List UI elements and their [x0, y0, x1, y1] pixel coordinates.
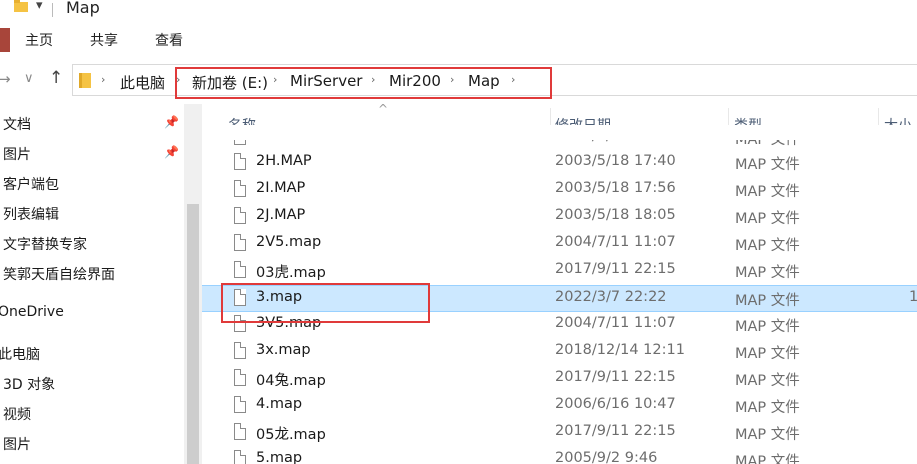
nav-item-onedrive[interactable]: OneDrive [0, 304, 64, 320]
file-name: 5.map [256, 450, 303, 464]
file-type: MAP 文件 [735, 184, 800, 200]
nav-item-this-pc[interactable]: 此电脑 [0, 344, 40, 364]
pin-icon[interactable]: 📌 [164, 115, 179, 129]
quick-access-dropdown-icon[interactable]: ▾ [36, 0, 43, 13]
file-row[interactable]: 2J.MAP 2003/5/18 18:05 MAP 文件 [202, 204, 917, 231]
scrollbar-thumb[interactable] [187, 204, 199, 464]
tab-share[interactable]: 共享 [90, 30, 118, 50]
file-row[interactable]: 05龙.map 2017/9/11 22:15 MAP 文件 [202, 420, 917, 447]
file-date: 2004/7/11 11:07 [555, 315, 676, 331]
file-date: 2005/9/2 9:46 [555, 450, 658, 464]
file-name: 2I.MAP [256, 180, 306, 196]
file-date: 2017/9/11 22:15 [555, 423, 676, 439]
header-divider [202, 139, 917, 140]
nav-item-videos[interactable]: 视频 [3, 404, 31, 424]
file-date: 2018/12/14 12:11 [555, 342, 685, 358]
file-name: 05龙.map [256, 427, 326, 443]
file-size: 2, [892, 396, 917, 412]
file-type: MAP 文件 [735, 211, 800, 227]
file-row[interactable]: 2H.MAP 2003/5/18 17:40 MAP 文件 [202, 150, 917, 177]
file-row[interactable]: 04兔.map 2017/9/11 22:15 MAP 文件 [202, 366, 917, 393]
folder-icon[interactable] [14, 0, 28, 12]
file-date: 2022/3/7 22:22 [555, 289, 667, 305]
file-tab[interactable] [0, 28, 10, 52]
nav-item-list-edit[interactable]: 列表编辑 [3, 204, 59, 224]
file-icon [234, 369, 246, 386]
file-icon [234, 153, 246, 170]
pin-icon[interactable]: 📌 [164, 145, 179, 159]
file-row[interactable]: 5.map 2005/9/2 9:46 MAP 文件 [202, 447, 917, 464]
header-divider-mask [202, 125, 917, 139]
file-size: 9, [892, 342, 917, 358]
selection-highlight-box [221, 283, 430, 323]
file-icon [234, 234, 246, 251]
nav-item-client-pack[interactable]: 客户端包 [3, 174, 59, 194]
file-date: 2004/7/11 11:07 [555, 234, 676, 250]
file-type: MAP 文件 [735, 400, 800, 416]
file-name: 4.map [256, 396, 303, 412]
file-type: MAP 文件 [735, 293, 800, 309]
file-date: 2006/6/16 10:47 [555, 396, 676, 412]
file-icon [234, 342, 246, 359]
title-bar: ▾ Map [0, 0, 917, 22]
up-button[interactable]: ↑ [49, 68, 63, 88]
nav-item-pictures-pc[interactable]: 图片 [3, 434, 31, 454]
file-row[interactable]: 2I.MAP 2003/5/18 17:56 MAP 文件 [202, 177, 917, 204]
navigation-pane: 文档 📌 图片 📌 客户端包 列表编辑 文字替换专家 笑郭天盾自绘界面 OneD… [0, 104, 184, 464]
file-row[interactable]: 4.map 2006/6/16 10:47 MAP 文件 2, [202, 393, 917, 420]
file-name: 04兔.map [256, 373, 326, 389]
file-date: 2017/9/11 22:15 [555, 369, 676, 385]
file-name: 03虎.map [256, 265, 326, 281]
file-date: 2003/5/18 18:05 [555, 207, 676, 223]
file-row[interactable]: 2V5.map 2004/7/11 11:07 MAP 文件 [202, 231, 917, 258]
crumb-this-pc[interactable]: 此电脑 [120, 72, 165, 93]
file-icon [234, 207, 246, 224]
nav-item-custom-ui[interactable]: 笑郭天盾自绘界面 [3, 264, 115, 284]
title-separator [52, 3, 53, 17]
folder-icon [79, 73, 91, 92]
tab-home[interactable]: 主页 [25, 30, 53, 50]
file-icon [234, 423, 246, 440]
ribbon: 主页 共享 查看 [0, 22, 917, 57]
tab-view[interactable]: 查看 [155, 30, 183, 50]
address-highlight-box [175, 67, 552, 99]
file-name: 2J.MAP [256, 207, 306, 223]
forward-button[interactable]: → [0, 70, 11, 88]
file-date: 2003/5/18 17:40 [555, 153, 676, 169]
nav-item-text-replace[interactable]: 文字替换专家 [3, 234, 87, 254]
file-icon [234, 450, 246, 464]
file-type: MAP 文件 [735, 157, 800, 173]
crumb-separator[interactable]: › [101, 73, 105, 86]
file-icon [234, 180, 246, 197]
nav-item-pictures[interactable]: 图片 [3, 144, 31, 164]
file-date: 2017/9/11 22:15 [555, 261, 676, 277]
window-title: Map [66, 0, 100, 17]
file-type: MAP 文件 [735, 319, 800, 335]
file-type: MAP 文件 [735, 265, 800, 281]
file-icon [234, 261, 246, 278]
sort-ascending-icon: ^ [378, 104, 389, 116]
file-row[interactable]: 03虎.map 2017/9/11 22:15 MAP 文件 [202, 258, 917, 285]
file-name: 2H.MAP [256, 153, 312, 169]
file-row[interactable]: 3x.map 2018/12/14 12:11 MAP 文件 9, [202, 339, 917, 366]
file-type: MAP 文件 [735, 454, 800, 464]
file-name: 3x.map [256, 342, 311, 358]
file-name: 2V5.map [256, 234, 322, 250]
file-date: 2003/5/18 17:56 [555, 180, 676, 196]
nav-pane-scrollbar[interactable] [184, 104, 202, 464]
file-size: 10, [908, 289, 917, 305]
file-type: MAP 文件 [735, 427, 800, 443]
file-type: MAP 文件 [735, 346, 800, 362]
file-icon [234, 396, 246, 413]
recent-locations-button[interactable]: ∨ [24, 71, 34, 86]
file-type: MAP 文件 [735, 373, 800, 389]
nav-item-3d-objects[interactable]: 3D 对象 [3, 374, 55, 394]
file-type: MAP 文件 [735, 238, 800, 254]
nav-item-documents[interactable]: 文档 [3, 114, 31, 134]
